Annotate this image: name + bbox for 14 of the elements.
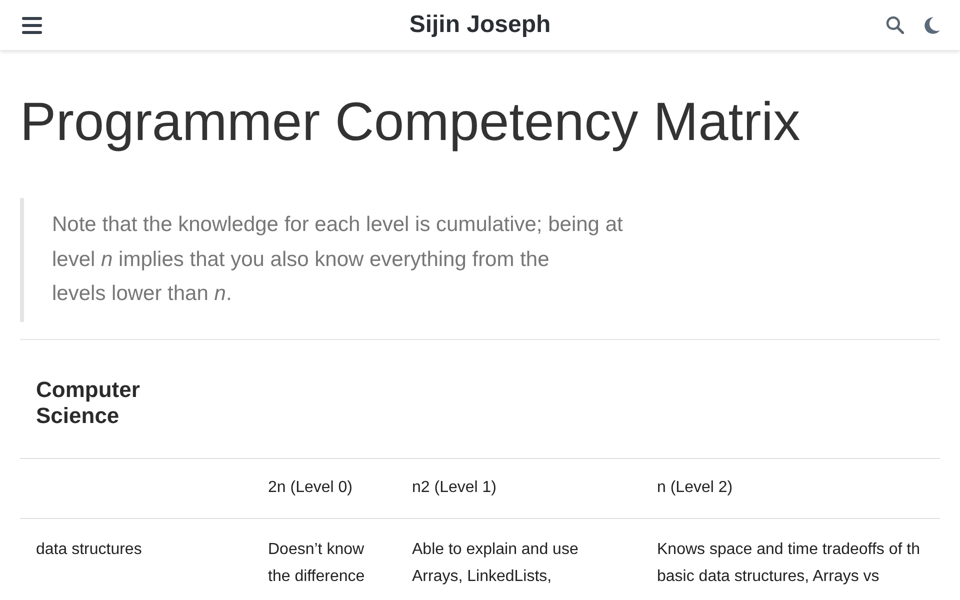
table-cell-text: Knows space and time tradeoffs of th basic data structures, Arrays vs bbox=[657, 540, 920, 586]
menu-icon[interactable] bbox=[22, 17, 42, 34]
column-header: n (Level 2) bbox=[657, 478, 733, 496]
note-text: Note that the knowledge for each level is cumulative; being at level n implies that you also know everything from the levels lower than n. bbox=[52, 212, 624, 307]
table-cell-text: Able to explain and use Arrays, LinkedLists, bbox=[412, 540, 578, 586]
column-header: n2 (Level 1) bbox=[412, 478, 496, 496]
row-header: data structures bbox=[36, 540, 142, 558]
moon-icon[interactable] bbox=[924, 16, 940, 34]
site-title[interactable]: Sijin Joseph bbox=[409, 11, 551, 39]
search-icon[interactable] bbox=[886, 16, 904, 34]
section-heading: Computer Science bbox=[36, 376, 141, 428]
page-title: Programmer Competency Matrix bbox=[20, 94, 802, 150]
column-header: 2n (Level 0) bbox=[268, 478, 352, 496]
table-cell-text: Doesn’t know the difference bbox=[268, 540, 365, 586]
